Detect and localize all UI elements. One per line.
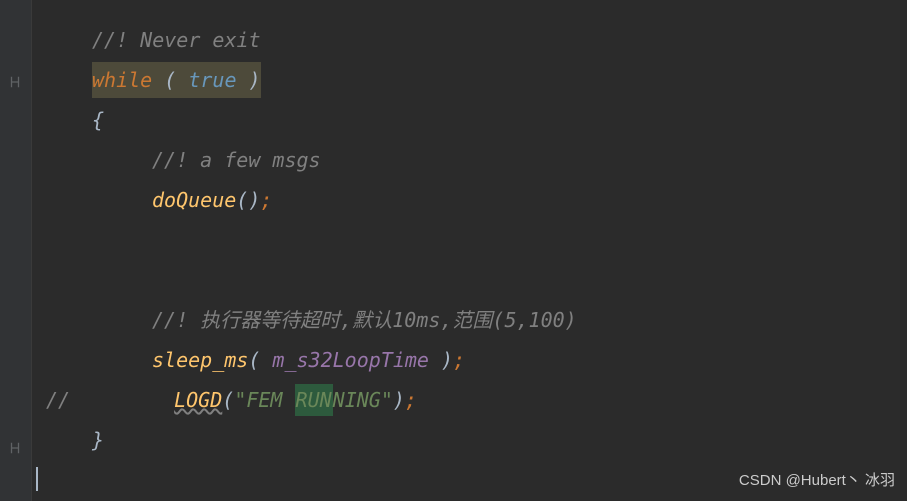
- semicolon: ;: [453, 344, 465, 376]
- string-literal: "FEM: [234, 384, 294, 416]
- watermark-text: CSDN @Hubert丶 冰羽: [739, 469, 895, 493]
- code-line: //! Never exit: [92, 20, 907, 60]
- keyword: true: [188, 68, 236, 92]
- editor-gutter: [0, 0, 32, 501]
- code-line-empty: [92, 220, 907, 260]
- code-line: //! a few msgs: [92, 140, 907, 180]
- semicolon: ;: [405, 384, 417, 416]
- code-line: //! 执行器等待超时,默认10ms,范围(5,100): [92, 300, 907, 340]
- code-line: {: [92, 100, 907, 140]
- code-line: }: [92, 420, 907, 460]
- paren: ): [237, 68, 261, 92]
- code-line-empty: [92, 260, 907, 300]
- string-literal: NING": [333, 384, 393, 416]
- function-call: LOGD: [174, 384, 222, 416]
- brace: {: [92, 104, 104, 136]
- comment-text: //! a few msgs: [152, 144, 321, 176]
- comment-text: //! 执行器等待超时,默认10ms,范围(5,100): [152, 304, 577, 336]
- fold-indicator-icon[interactable]: [8, 432, 24, 448]
- semicolon: ;: [260, 184, 272, 216]
- code-editor[interactable]: //! Never exit while ( true ) { //! a fe…: [32, 0, 907, 501]
- code-line: doQueue();: [92, 180, 907, 220]
- text-cursor: [36, 467, 38, 491]
- fold-indicator-icon[interactable]: [8, 66, 24, 82]
- code-line: sleep_ms( m_s32LoopTime );: [92, 340, 907, 380]
- paren: (: [152, 68, 188, 92]
- paren: (: [248, 344, 272, 376]
- brace: }: [92, 424, 104, 456]
- function-call: sleep_ms: [152, 344, 248, 376]
- paren: ): [393, 384, 405, 416]
- code-line: while ( true ): [92, 60, 907, 100]
- comment-slash: //: [46, 384, 70, 416]
- highlighted-text: RUN: [295, 384, 333, 416]
- function-call: doQueue: [152, 184, 236, 216]
- highlighted-code: while ( true ): [92, 62, 261, 98]
- identifier: m_s32LoopTime: [272, 344, 429, 376]
- paren: (): [236, 184, 260, 216]
- paren: (: [222, 384, 234, 416]
- comment-text: //! Never exit: [92, 24, 261, 56]
- code-line: // LOGD("FEM RUNNING");: [46, 380, 907, 420]
- paren: ): [429, 344, 453, 376]
- keyword: while: [92, 68, 152, 92]
